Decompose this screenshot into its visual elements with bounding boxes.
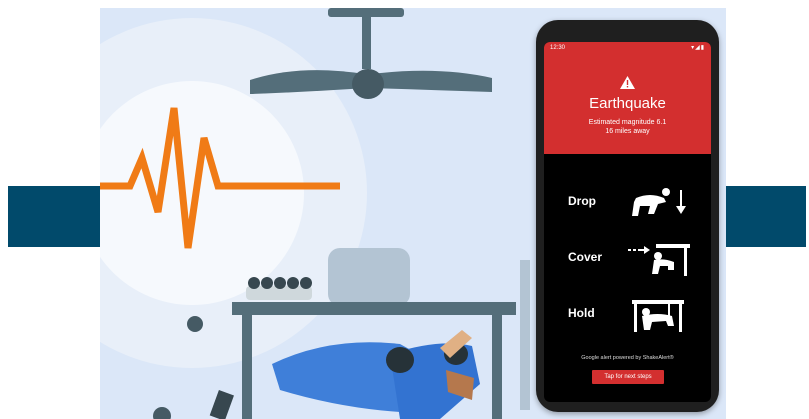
status-time: 12:30 <box>550 45 566 51</box>
alert-distance: 16 miles away <box>605 128 650 135</box>
status-icons: ▾◢▮ <box>691 45 705 51</box>
right-navy-banner <box>726 186 806 247</box>
chair-leg <box>520 260 530 410</box>
step-hold-label: Hold <box>568 306 595 320</box>
earthquake-alert-header: 12:30 ▾◢▮ Earthquake Estimated magnitude… <box>544 42 711 154</box>
illustration-scene: 12:30 ▾◢▮ Earthquake Estimated magnitude… <box>100 8 726 419</box>
floor-dot <box>153 407 171 419</box>
wall-dot <box>187 316 203 332</box>
shakealert-note: Google alert powered by ShakeAlert® <box>581 355 674 361</box>
drop-pose-icon <box>632 188 686 216</box>
next-steps-button[interactable]: Tap for next steps <box>592 370 664 384</box>
phone-screen: 12:30 ▾◢▮ Earthquake Estimated magnitude… <box>544 42 711 402</box>
phone-device: 12:30 ▾◢▮ Earthquake Estimated magnitude… <box>536 20 719 412</box>
step-hold: Hold <box>544 296 711 340</box>
step-cover: Cover <box>544 240 711 284</box>
cover-pose-icon <box>628 244 690 276</box>
step-drop: Drop <box>544 184 711 228</box>
status-bar: 12:30 ▾◢▮ <box>544 42 711 56</box>
alert-title: Earthquake <box>589 95 666 112</box>
hold-pose-icon <box>632 300 684 332</box>
step-cover-label: Cover <box>568 250 603 264</box>
warning-icon <box>620 76 635 89</box>
bowl-icon <box>246 277 312 300</box>
chair-back <box>328 248 410 306</box>
step-drop-label: Drop <box>568 194 596 208</box>
left-navy-banner <box>8 186 100 247</box>
alert-magnitude: Estimated magnitude 6.1 <box>588 119 667 126</box>
